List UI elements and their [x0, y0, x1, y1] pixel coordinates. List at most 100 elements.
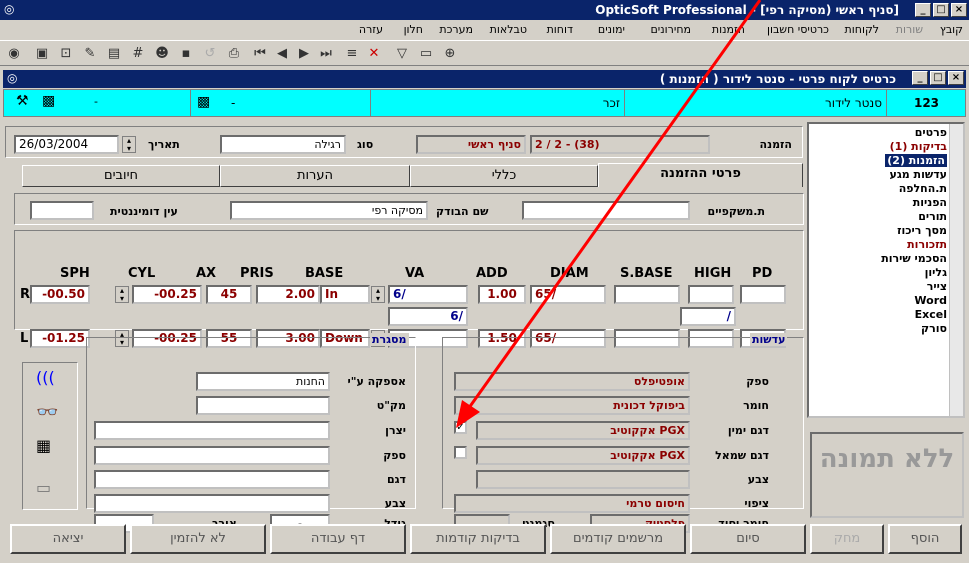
left-checkbox[interactable] [454, 446, 467, 459]
add-record-icon[interactable]: ≡ [342, 44, 362, 64]
photo-icon[interactable]: ▩ [197, 93, 210, 111]
save-icon[interactable]: ▪ [176, 44, 196, 64]
maximize-icon[interactable]: □ [933, 3, 949, 17]
print-icon[interactable]: ⎙ [224, 44, 244, 64]
rx-r-sph[interactable]: -00.50 [30, 285, 90, 304]
tree-item-summary[interactable]: מסך ריכוז [897, 224, 947, 237]
users-icon[interactable]: ☻ [152, 44, 172, 64]
scan-icon[interactable]: ▩ [42, 93, 55, 109]
delete-button[interactable]: מחק [810, 524, 884, 554]
rx-header-ax: AX [196, 266, 217, 281]
tree-item-word[interactable]: Word [914, 294, 947, 307]
prev-tests-button[interactable]: בדיקות קודמות [410, 524, 546, 554]
globe-icon[interactable]: ◉ [4, 44, 24, 64]
rx-l-sph[interactable]: -01.25 [30, 329, 90, 348]
tools-icon[interactable]: ✎ [80, 44, 100, 64]
child-close-icon[interactable]: × [948, 71, 964, 85]
form-icon[interactable]: ▭ [416, 44, 436, 64]
dominant-eye-field[interactable] [30, 201, 94, 220]
tree-item-sheet[interactable]: גליון [925, 266, 947, 279]
app-icon: ◎ [4, 2, 15, 16]
rx-header-sph: SPH [60, 266, 90, 281]
lens-left-label: דגם שמאל [715, 449, 769, 462]
card-icon[interactable]: ▭ [36, 478, 51, 497]
base-spin-icon[interactable]: ▴ ▾ [371, 286, 385, 303]
rx-r-cyl[interactable]: -00.25 [132, 285, 202, 304]
glasses-icon[interactable]: 👓 [36, 402, 58, 423]
sph-spin-icon[interactable]: ▴ ▾ [115, 286, 129, 303]
exit-button[interactable]: יציאה [10, 524, 126, 554]
prev-record-icon[interactable]: ◀ [272, 44, 292, 64]
last-record-icon[interactable]: ⏭ [316, 44, 336, 64]
rx-r-pris[interactable]: 2.00 [256, 285, 320, 304]
tree-item-excel[interactable]: Excel [915, 308, 947, 321]
menu-window[interactable]: חלון [404, 23, 423, 36]
rx-r-base[interactable]: In [320, 285, 370, 304]
frame-color-field[interactable] [94, 494, 330, 513]
tree-item-tests[interactable]: בדיקות (1) [890, 140, 947, 153]
tree-item-scanner[interactable]: סורק [921, 322, 947, 335]
tree-item-service[interactable]: הסכמי שירות [881, 252, 947, 265]
add-button[interactable]: הוסף [888, 524, 962, 554]
frame-maker-field[interactable] [94, 421, 330, 440]
undo-icon[interactable]: ↺ [200, 44, 220, 64]
no-order-button[interactable]: לא להזמין [130, 524, 266, 554]
order-date-field[interactable]: 26/03/2004 [14, 135, 119, 154]
frame-color-label: צבע [384, 497, 406, 510]
grid-icon[interactable]: # [128, 44, 148, 64]
tools-icon[interactable]: ⚒ [16, 93, 29, 109]
delete-record-icon[interactable]: ✕ [364, 44, 384, 64]
rx-r-ax[interactable]: 45 [206, 285, 252, 304]
tree-item-details[interactable]: פרטים [915, 126, 947, 139]
frame-sku-label: מק"ט [376, 399, 406, 412]
tab-charges[interactable]: חיובים [22, 165, 220, 187]
lens-color-field[interactable] [476, 470, 690, 489]
tree-item-appointments[interactable]: תורים [918, 210, 947, 223]
next-record-icon[interactable]: ▶ [294, 44, 314, 64]
minimize-icon[interactable]: _ [915, 3, 931, 17]
frame-supplied-field[interactable]: החנות [196, 372, 330, 391]
menu-help[interactable]: עזרה [359, 23, 383, 36]
menu-customers[interactable]: לקוחות [845, 23, 879, 36]
child-minimize-icon[interactable]: _ [912, 71, 928, 85]
lenses-icon[interactable]: ((( [36, 368, 55, 387]
tree-item-draw[interactable]: צייר [927, 280, 947, 293]
frame-sku-field[interactable] [196, 396, 330, 415]
tree-item-contact-lenses[interactable]: עדשות מגע [890, 168, 947, 181]
tree-item-referrals[interactable]: הפניות [913, 196, 947, 209]
arrow-line [464, 0, 762, 413]
order-type-label: סוג [357, 138, 374, 151]
folder-icon[interactable]: ▤ [104, 44, 124, 64]
tab-notes[interactable]: הערות [220, 165, 410, 187]
tree-scrollbar[interactable] [949, 124, 963, 416]
frame-model-field[interactable] [94, 470, 330, 489]
tree-item-exchange[interactable]: ת.החלפה [899, 182, 947, 195]
lens-left-field[interactable]: אקקוטיב PGX [476, 446, 690, 465]
window-icon[interactable]: ▣ [32, 44, 52, 64]
close-icon[interactable]: × [951, 3, 967, 17]
lens-coating-field[interactable]: חיסום טרמי [454, 494, 690, 513]
header-dash-2: - [231, 96, 236, 110]
menu-rows[interactable]: שורות [896, 23, 923, 36]
filter-icon[interactable]: ▽ [392, 44, 412, 64]
frame-supplied-label: אספקה ע"י [347, 375, 406, 388]
preview-icon[interactable]: ⊡ [56, 44, 76, 64]
navigation-tree: פרטים בדיקות (1) הזמנות (2) עדשות מגע ת.… [807, 122, 965, 418]
lens-coating-label: ציפוי [744, 497, 769, 510]
keyboard-icon[interactable]: ▦ [36, 436, 51, 455]
finish-button[interactable]: סיום [690, 524, 806, 554]
first-record-icon[interactable]: ⏮ [250, 44, 270, 64]
worksheet-button[interactable]: דף עבודה [270, 524, 406, 554]
order-type-field[interactable]: רגילה [220, 135, 346, 154]
prev-rx-button[interactable]: מרשמים קודמים [550, 524, 686, 554]
tester-field[interactable]: מסיקה רפי [230, 201, 428, 220]
date-spin-icon[interactable]: ▴ ▾ [122, 136, 136, 153]
no-photo-placeholder: ללא תמונה [810, 432, 964, 518]
menu-file[interactable]: קובץ [940, 23, 963, 36]
frame-title: מסגרת [370, 333, 409, 346]
frame-supplier-field[interactable] [94, 446, 330, 465]
tree-item-reminders[interactable]: תזכורות [907, 238, 947, 251]
dominant-eye-label: עין דומיננטית [110, 205, 178, 218]
tree-item-orders[interactable]: הזמנות (2) [885, 154, 947, 167]
child-maximize-icon[interactable]: □ [930, 71, 946, 85]
